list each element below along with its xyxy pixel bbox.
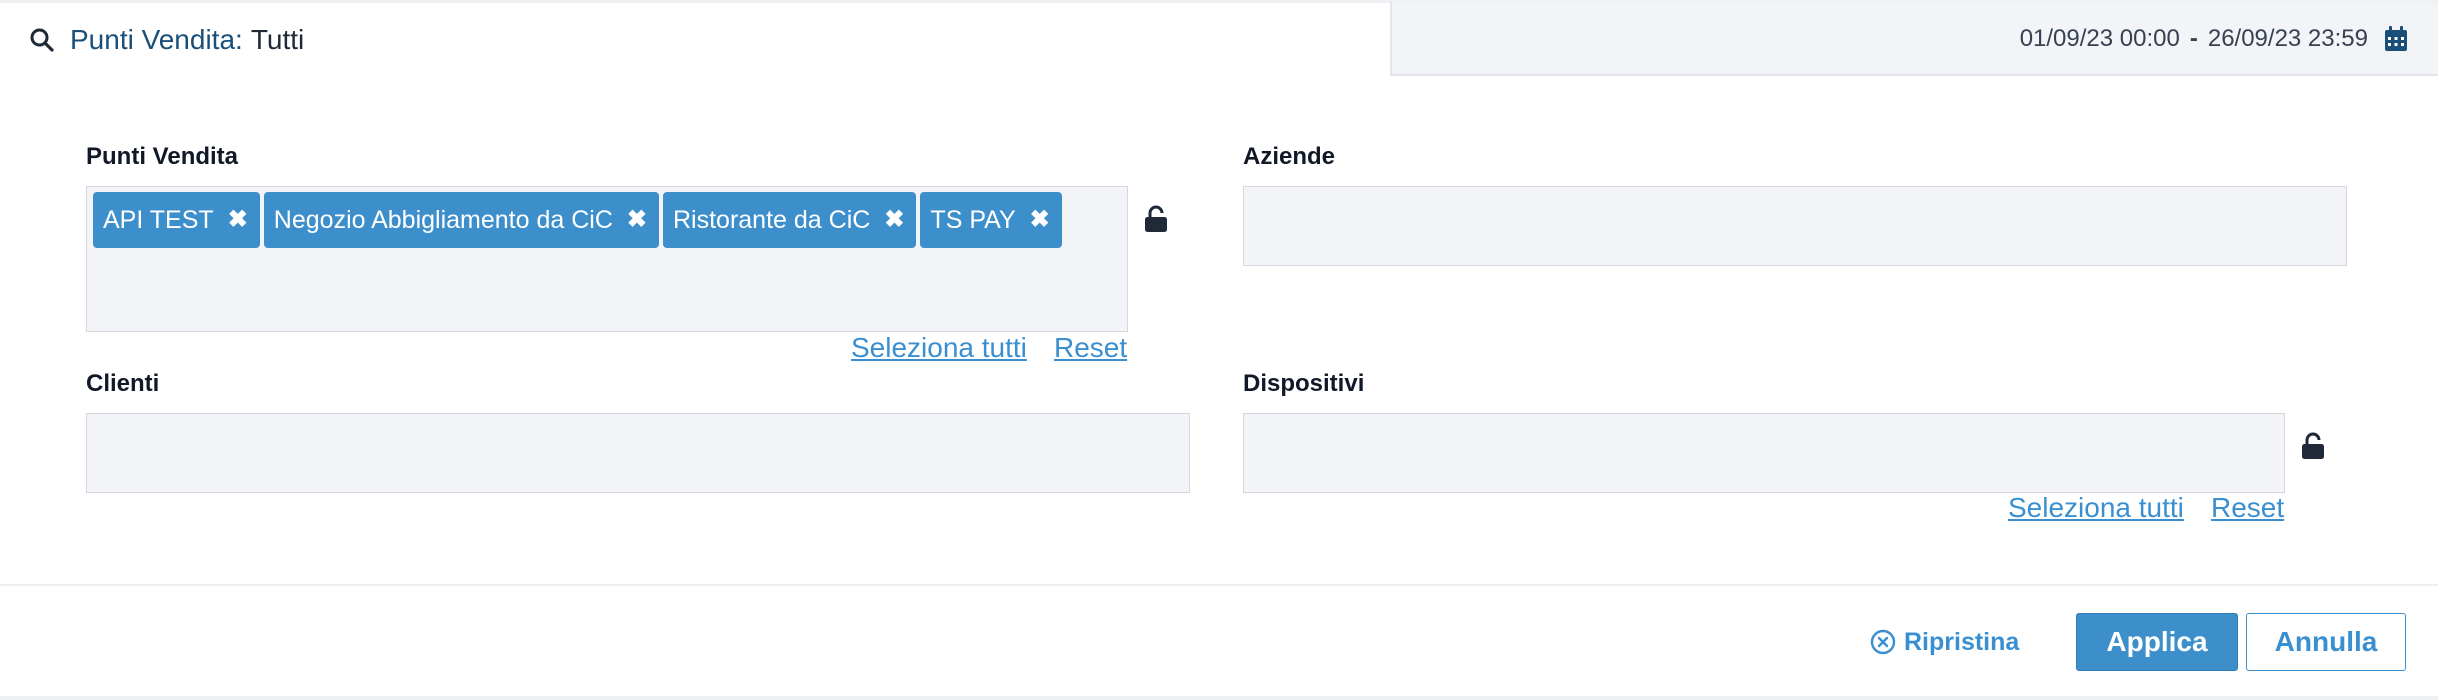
clienti-label: Clienti	[86, 370, 160, 397]
close-icon[interactable]: ✖	[1030, 208, 1050, 232]
date-separator: -	[2189, 24, 2198, 52]
chip-label: TS PAY	[930, 205, 1016, 234]
chip-negozio-abbigliamento: Negozio Abbigliamento da CiC ✖	[263, 192, 659, 248]
punti-vendita-select-all-link[interactable]: Seleziona tutti	[851, 332, 1027, 364]
close-icon[interactable]: ✖	[884, 208, 904, 232]
close-icon[interactable]: ✖	[627, 208, 647, 232]
calendar-icon[interactable]	[2384, 25, 2410, 52]
ripristina-button[interactable]: Ripristina	[1870, 622, 2019, 662]
chip-label: API TEST	[103, 205, 214, 234]
chip-label: Ristorante da CiC	[673, 205, 871, 234]
footer-divider	[0, 584, 2438, 586]
punti-vendita-reset-link[interactable]: Reset	[1054, 332, 1127, 364]
search-icon	[28, 26, 56, 54]
unlock-icon[interactable]	[1143, 204, 1169, 234]
dispositivi-multiselect[interactable]	[1243, 413, 2285, 493]
dispositivi-select-all-link[interactable]: Seleziona tutti	[2008, 492, 2184, 524]
filter-summary-label: Punti Vendita:	[70, 23, 243, 55]
unlock-icon[interactable]	[2300, 431, 2326, 461]
clienti-multiselect[interactable]	[86, 413, 1190, 493]
ripristina-label: Ripristina	[1904, 627, 2020, 656]
dispositivi-reset-link[interactable]: Reset	[2211, 492, 2284, 524]
chip-api-test: API TEST ✖	[93, 192, 260, 248]
date-to: 26/09/23 23:59	[2207, 24, 2368, 52]
aziende-label: Aziende	[1243, 143, 1336, 170]
punti-vendita-multiselect[interactable]: API TEST ✖ Negozio Abbigliamento da CiC …	[86, 186, 1128, 332]
aziende-multiselect[interactable]	[1243, 186, 2347, 266]
punti-vendita-label: Punti Vendita	[86, 143, 239, 170]
bottom-border	[0, 696, 2438, 700]
filter-summary-value: Tutti	[250, 23, 305, 55]
dispositivi-label: Dispositivi	[1243, 370, 1365, 397]
chip-ts-pay: TS PAY ✖	[920, 192, 1062, 248]
apply-button[interactable]: Applica	[2076, 613, 2238, 671]
x-circle-icon	[1870, 629, 1896, 655]
close-icon[interactable]: ✖	[228, 208, 248, 232]
chip-ristorante: Ristorante da CiC ✖	[663, 192, 917, 248]
date-from: 01/09/23 00:00	[2019, 24, 2180, 52]
chip-label: Negozio Abbigliamento da CiC	[273, 205, 613, 234]
cancel-button[interactable]: Annulla	[2246, 613, 2406, 671]
filter-header: Punti Vendita: Tutti 01/09/23 00:00 - 26…	[0, 0, 2438, 76]
filter-summary-toggle[interactable]: Punti Vendita: Tutti	[0, 0, 1390, 76]
punti-vendita-chips: API TEST ✖ Negozio Abbigliamento da CiC …	[93, 192, 1062, 248]
date-range-picker[interactable]: 01/09/23 00:00 - 26/09/23 23:59	[1390, 0, 2438, 76]
